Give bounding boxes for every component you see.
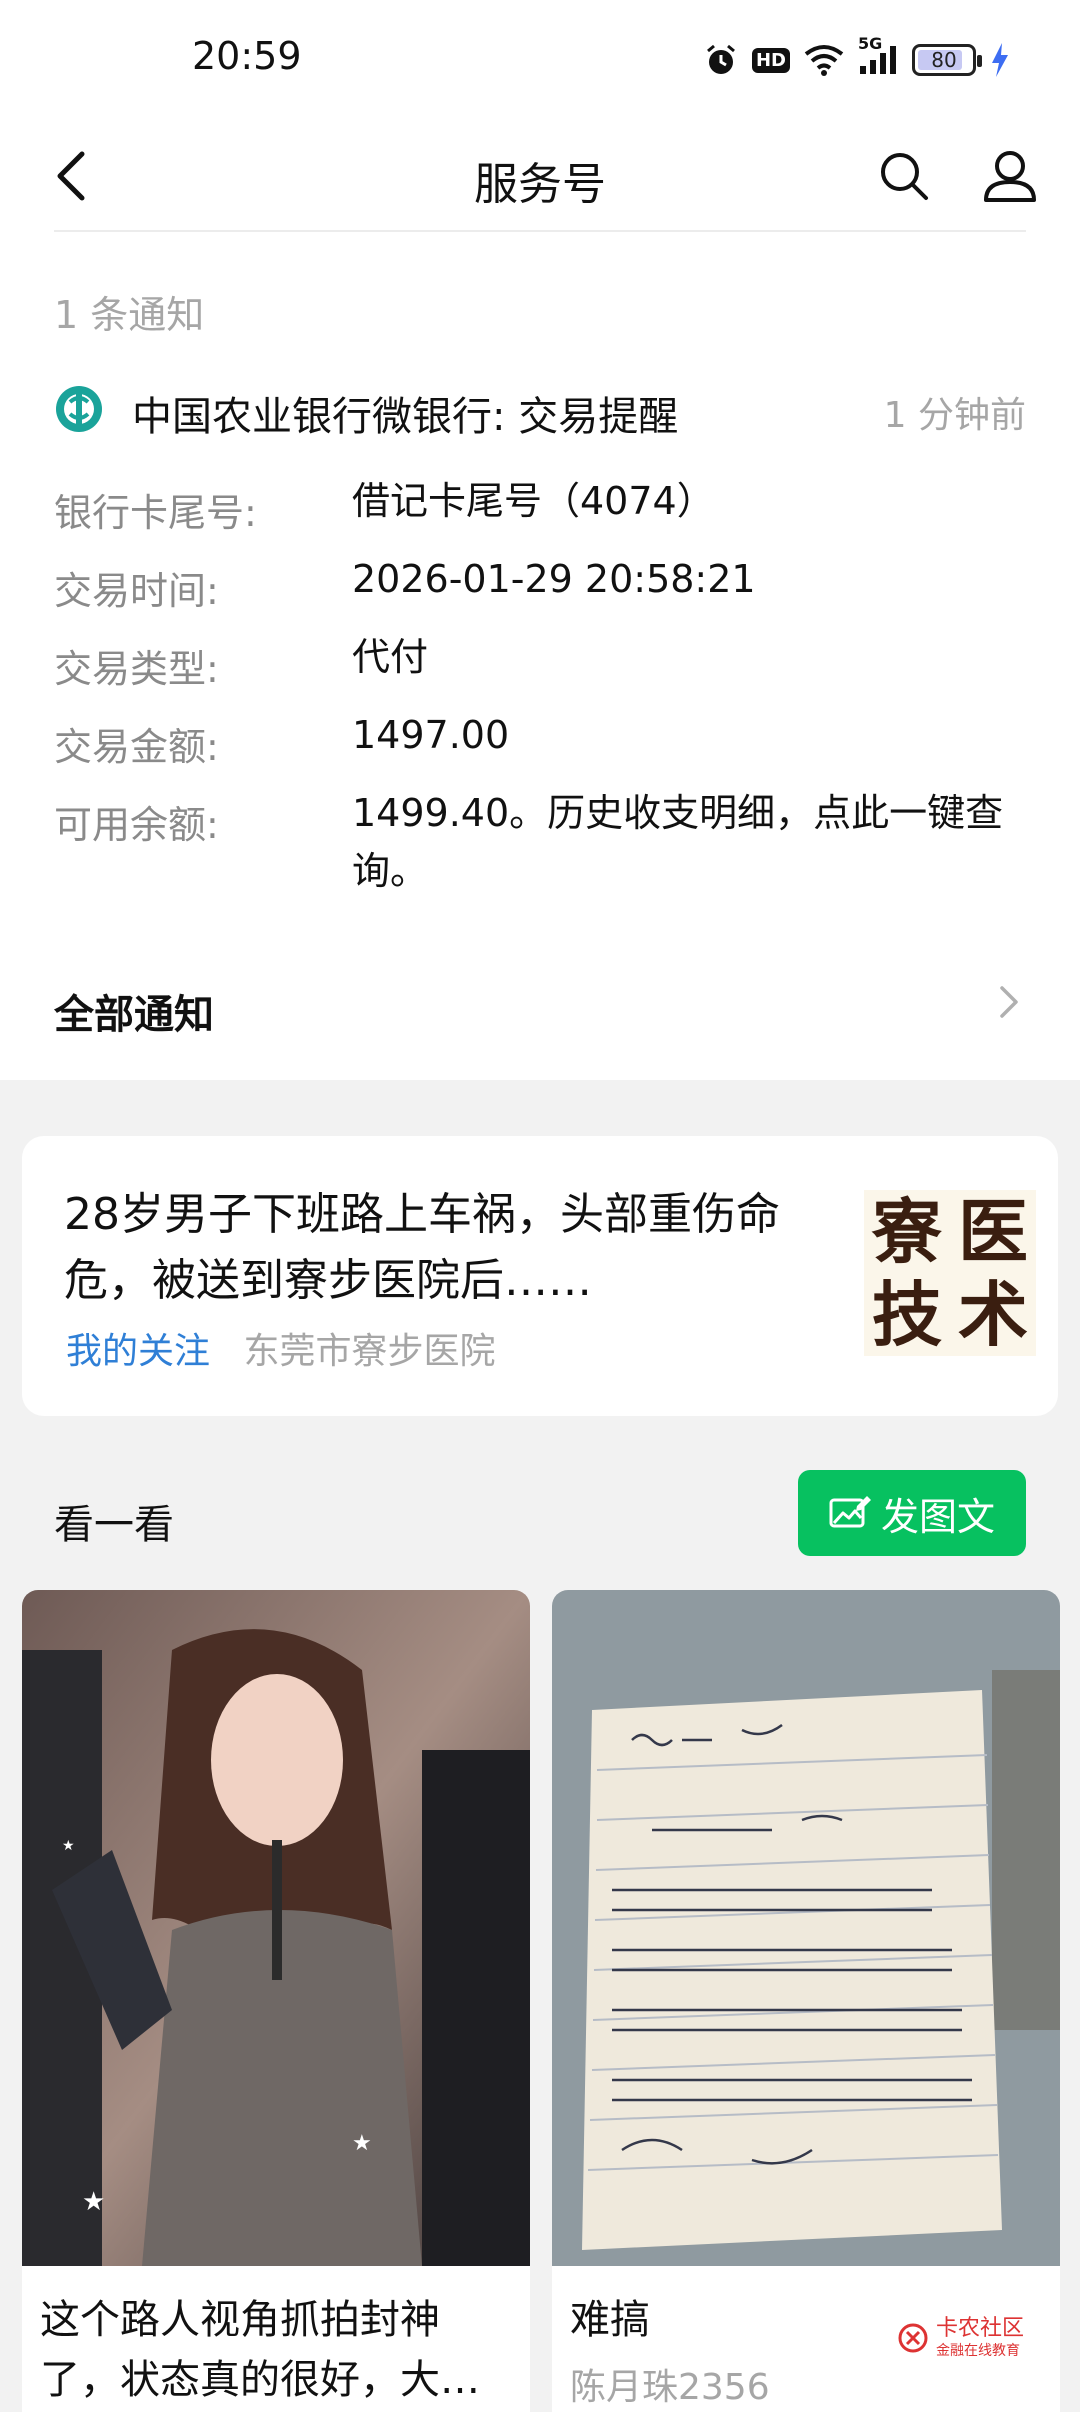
field-label: 交易类型: [54,647,219,691]
watermark: 卡农社区 金融在线教育 [898,2316,1024,2360]
notification-section: 1 条通知 中国农业银行微银行: 交易提醒 1 分钟前 银行卡尾号: 借记卡尾号… [0,232,1080,1080]
alarm-icon [704,43,738,77]
notification-header[interactable]: 中国农业银行微银行: 交易提醒 1 分钟前 [54,380,1026,440]
svg-text:★: ★ [352,2131,372,2156]
article-title: 28岁男子下班路上车祸，头部重伤命危，被送到寮步医院后…… [64,1189,780,1306]
wifi-icon [804,44,844,76]
feed-card[interactable]: ★ ★ ★ 这个路人视角抓拍封神了，状态真的很好，大… [22,1590,530,2412]
feed-author: 陈月珠2356 [570,2367,770,2408]
post-button-label: 发图文 [880,1494,995,1539]
field-label: 可用余额: [54,803,219,847]
field-value: 1497.00 [352,713,510,757]
status-icons: HD 5G 80 [704,34,1010,80]
svg-text:★: ★ [62,1838,75,1854]
article-thumbnail: 寮 医 技 术 [864,1190,1036,1356]
feed-card[interactable]: 难搞 陈月珠2356 [552,1590,1060,2412]
field-label: 银行卡尾号: [54,491,257,535]
feed-image-notebook-photo [552,1590,1060,2266]
svg-text:★: ★ [82,2187,105,2217]
profile-button[interactable] [974,140,1046,212]
all-notifications-link[interactable]: 全部通知 [0,952,1080,1052]
hd-icon: HD [751,47,790,73]
signal-icon: 5G [858,34,898,76]
user-icon [984,151,1036,202]
field-label: 交易金额: [54,725,219,769]
article-tag: 我的关注 [66,1331,211,1372]
notification-count: 1 条通知 [54,293,205,337]
field-label: 交易时间: [54,569,219,613]
battery-indicator: 80 [912,44,982,76]
thumbnail-text: 技 [872,1273,942,1356]
post-image-text-button[interactable]: 发图文 [798,1470,1026,1556]
feed-image-woman-photo: ★ ★ ★ [22,1590,530,2266]
search-icon [881,153,928,200]
watermark-name: 卡农社区 [936,2316,1025,2341]
search-button[interactable] [868,140,940,212]
thumbnail-text: 寮 [872,1190,942,1273]
network-type: 5G [858,34,883,53]
field-value: 1499.40。历史收支明细，点此一键查询。 [352,791,1004,893]
battery-level: 80 [931,48,957,72]
notification-time: 1 分钟前 [883,395,1026,436]
field-value: 2026-01-29 20:58:21 [352,557,756,601]
article-card[interactable]: 28岁男子下班路上车祸，头部重伤命危，被送到寮步医院后…… 我的关注 东莞市寮步… [22,1136,1058,1416]
all-notifications-label: 全部通知 [54,992,214,1038]
feed-title: 这个路人视角抓拍封神了，状态真的很好，大… [40,2297,480,2403]
nav-bar: 服务号 [0,120,1080,232]
field-value: 代付 [352,635,429,679]
field-value: 借记卡尾号（4074） [352,479,715,523]
thumbnail-text: 医 [958,1190,1028,1273]
status-time: 20:59 [192,34,302,78]
chevron-right-icon [1000,986,1018,1018]
thumbnail-text: 术 [958,1273,1028,1356]
article-meta: 我的关注 东莞市寮步医院 [66,1322,495,1374]
abc-bank-logo-icon [56,386,102,432]
image-edit-icon [829,1496,871,1528]
kanong-logo-icon [898,2323,928,2353]
section-title: 看一看 [54,1502,174,1548]
watermark-subtitle: 金融在线教育 [936,2343,1020,2359]
article-source: 东莞市寮步医院 [243,1331,496,1372]
charging-icon [990,43,1010,77]
status-bar: 20:59 HD 5G 80 [0,0,1080,120]
notification-sender: 中国农业银行微银行: 交易提醒 [132,394,679,440]
